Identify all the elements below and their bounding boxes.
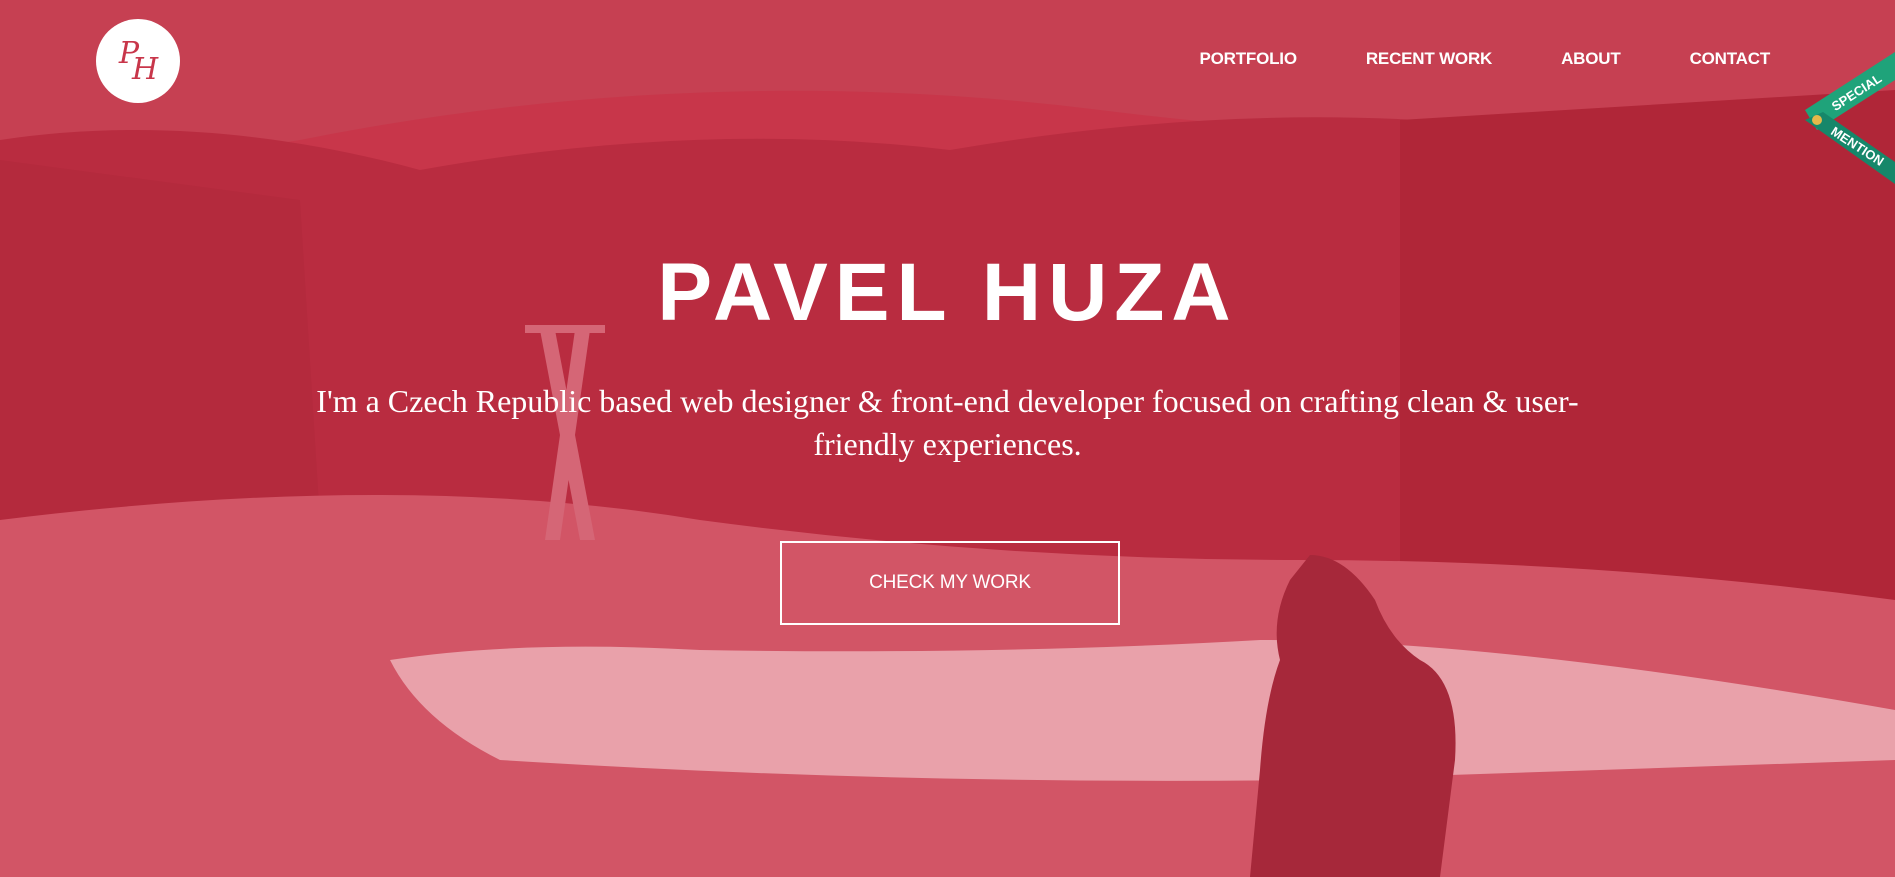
- ribbon-line-mention: MENTION: [1828, 124, 1886, 169]
- nav-item-recent-work[interactable]: RECENT WORK: [1366, 49, 1492, 69]
- special-mention-ribbon[interactable]: SPECIAL MENTION: [1805, 52, 1895, 184]
- check-my-work-button[interactable]: CHECK MY WORK: [780, 541, 1120, 625]
- hero-intro: I'm a Czech Republic based web designer …: [316, 383, 1579, 462]
- hero-title: PAVEL HUZA: [657, 247, 1238, 338]
- nav-item-contact[interactable]: CONTACT: [1690, 49, 1771, 69]
- logo-letter-h: H: [132, 51, 158, 87]
- logo-monogram[interactable]: P H: [96, 19, 180, 103]
- logo-letter-p: P: [118, 35, 139, 71]
- nav-item-portfolio[interactable]: PORTFOLIO: [1199, 49, 1297, 69]
- main-nav: PORTFOLIO RECENT WORK ABOUT CONTACT: [1130, 49, 1770, 69]
- nav-item-about[interactable]: ABOUT: [1561, 49, 1621, 69]
- hero-section: P H PORTFOLIO RECENT WORK ABOUT CONTACT …: [0, 0, 1895, 877]
